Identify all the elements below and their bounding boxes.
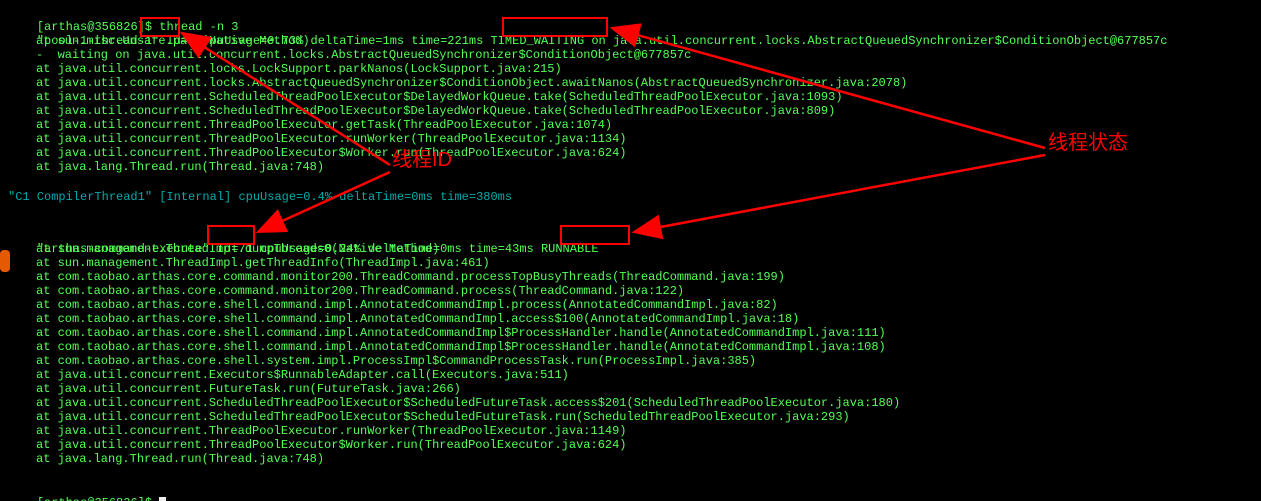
t3-stack-14: at java.util.concurrent.ThreadPoolExecut… — [36, 438, 1261, 452]
prompt-line: [arthas@356826]$ thread -n 3 — [8, 6, 1261, 20]
terminal[interactable]: [arthas@356826]$ thread -n 3 "pool-1-thr… — [0, 0, 1261, 501]
highlight-box-state2 — [560, 225, 630, 245]
t3-stack-3: at com.taobao.arthas.core.command.monito… — [36, 284, 1261, 298]
prompt-user-2: arthas — [44, 496, 87, 501]
cursor-block — [159, 497, 166, 501]
prompt-line-2[interactable]: [arthas@356826]$ — [8, 482, 1261, 496]
highlight-box-id8 — [140, 17, 180, 37]
t3-stack-15: at java.lang.Thread.run(Thread.java:748) — [36, 452, 1261, 466]
t3-stack-8: at com.taobao.arthas.core.shell.system.i… — [36, 354, 1261, 368]
t3-stack-2: at com.taobao.arthas.core.command.monito… — [36, 270, 1261, 284]
t3-stack-6: at com.taobao.arthas.core.shell.command.… — [36, 326, 1261, 340]
highlight-box-id71 — [207, 225, 255, 245]
t3-stack-9: at java.util.concurrent.Executors$Runnab… — [36, 368, 1261, 382]
thread1-header: "pool-1-thread-1" Id=8 cpuUsage=0.73% de… — [8, 20, 1261, 34]
t3-stack-11: at java.util.concurrent.ScheduledThreadP… — [36, 396, 1261, 410]
t1-stack-4: at java.util.concurrent.ScheduledThreadP… — [36, 90, 1261, 104]
prompt-host-2: 356826 — [94, 496, 137, 501]
t3-stack-4: at com.taobao.arthas.core.shell.command.… — [36, 298, 1261, 312]
thread3-header: "arthas-command-execute" Id=71 cpuUsage=… — [8, 228, 1261, 242]
t3-stack-12: at java.util.concurrent.ScheduledThreadP… — [36, 410, 1261, 424]
t1-stack-5: at java.util.concurrent.ScheduledThreadP… — [36, 104, 1261, 118]
t3-stack-13: at java.util.concurrent.ThreadPoolExecut… — [36, 424, 1261, 438]
t3-stack-10: at java.util.concurrent.FutureTask.run(F… — [36, 382, 1261, 396]
t1-stack-0: at sun.misc.Unsafe.park(Native Method) — [36, 34, 1261, 48]
t1-stack-3: at java.util.concurrent.locks.AbstractQu… — [36, 76, 1261, 90]
t1-stack-2: at java.util.concurrent.locks.LockSuppor… — [36, 62, 1261, 76]
annotation-thread-state: 线程状态 — [1048, 136, 1128, 150]
t3-stack-1: at sun.management.ThreadImpl.getThreadIn… — [36, 256, 1261, 270]
t1-stack-1: - waiting on java.util.concurrent.locks.… — [36, 48, 1261, 62]
thread2-line: "C1 CompilerThread1" [Internal] cpuUsage… — [8, 190, 1261, 204]
t3-stack-7: at com.taobao.arthas.core.shell.command.… — [36, 340, 1261, 354]
highlight-box-state1 — [502, 17, 608, 37]
t1-stack-9: at java.lang.Thread.run(Thread.java:748) — [36, 160, 1261, 174]
annotation-thread-id: 线程ID — [392, 153, 452, 167]
t1-stack-6: at java.util.concurrent.ThreadPoolExecut… — [36, 118, 1261, 132]
t3-stack-5: at com.taobao.arthas.core.shell.command.… — [36, 312, 1261, 326]
scrollbar-thumb[interactable] — [0, 250, 10, 272]
